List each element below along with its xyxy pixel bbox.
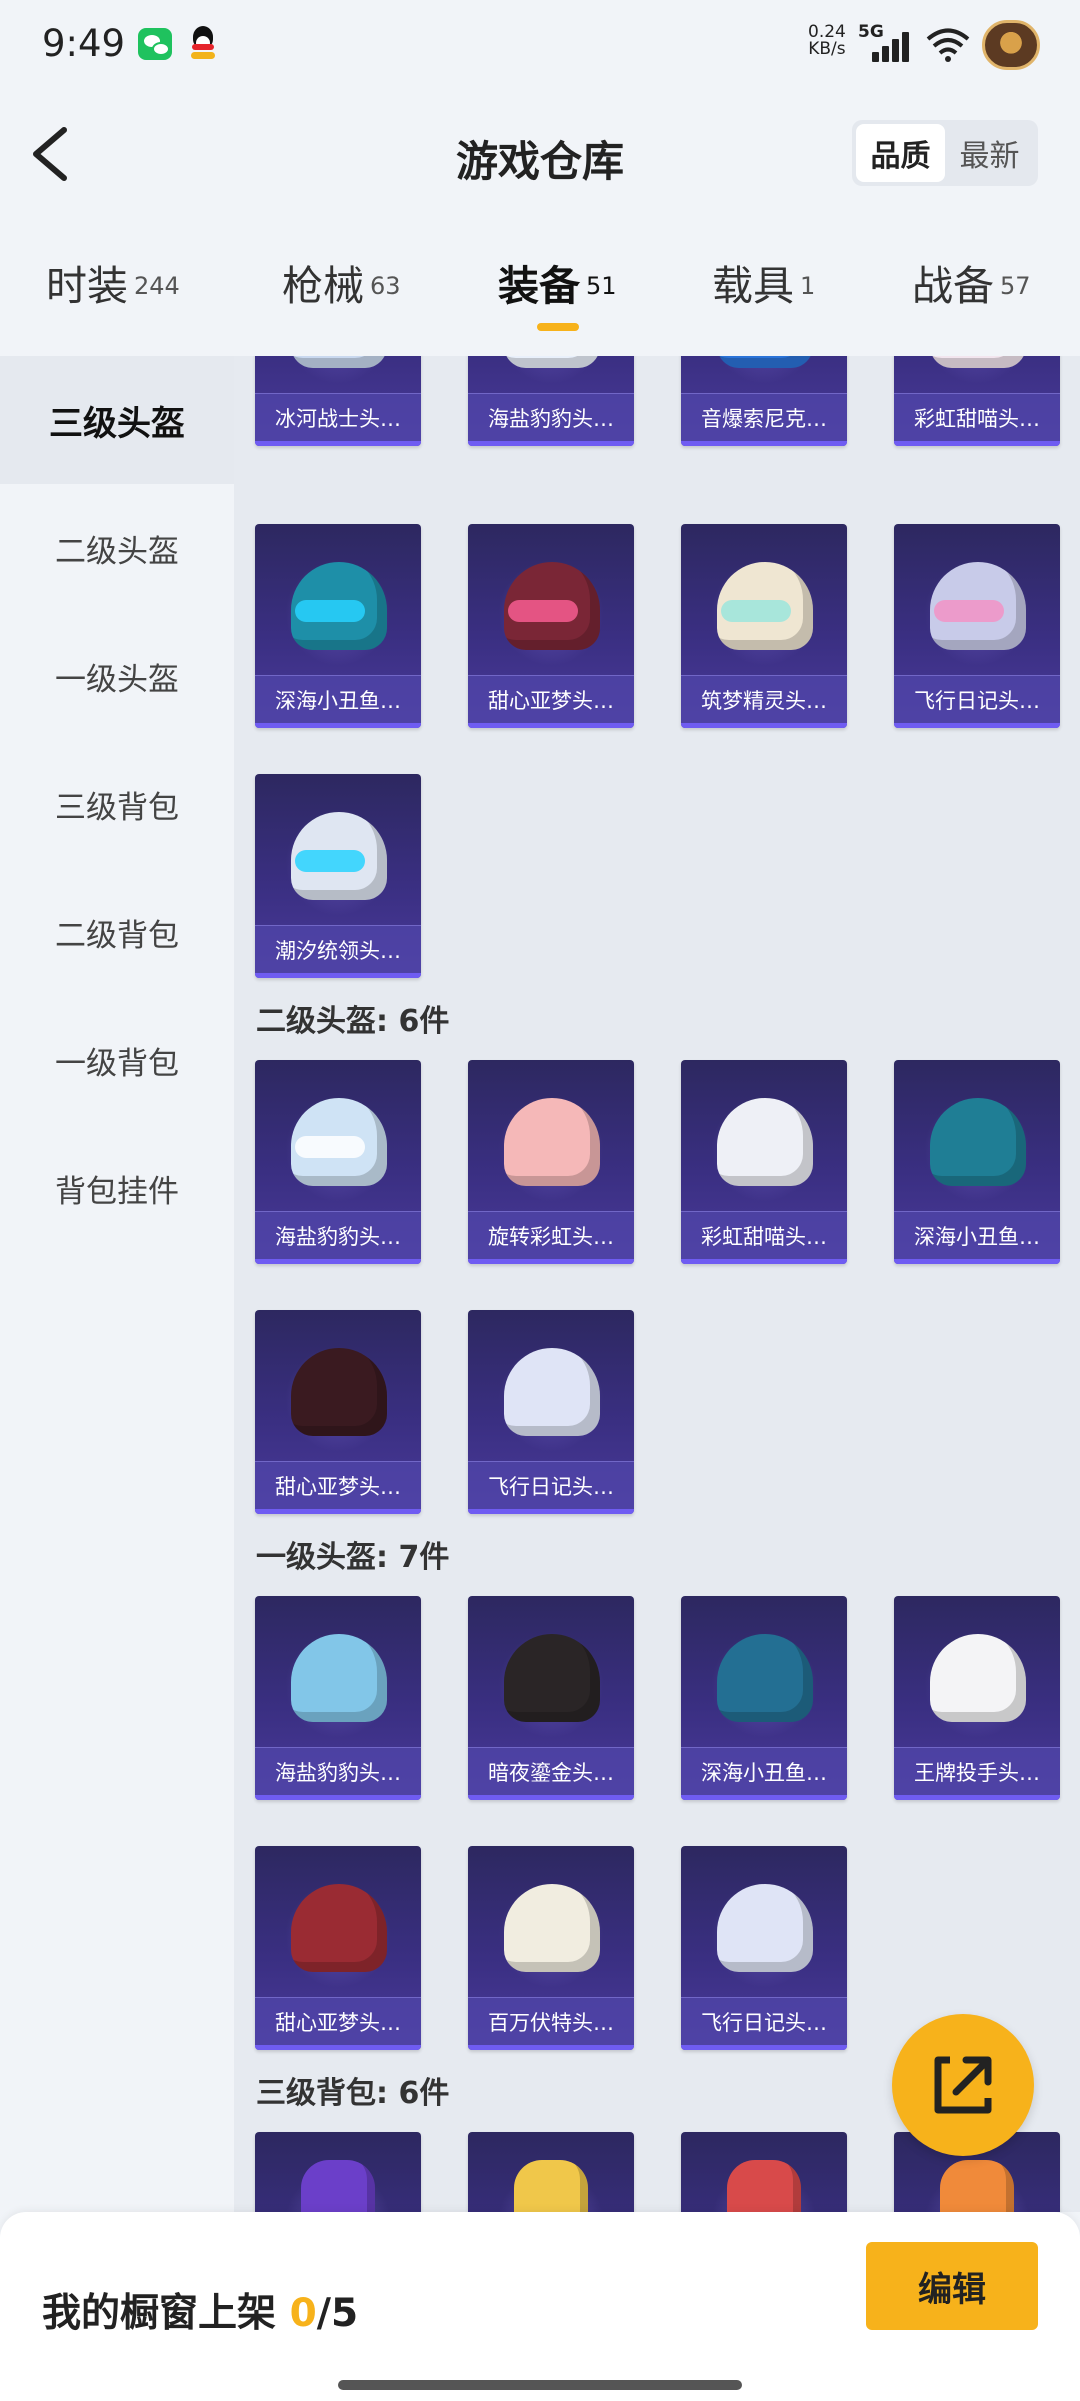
edit-button[interactable]: 编辑 bbox=[866, 2242, 1038, 2330]
item-card[interactable]: 飞行日记头… bbox=[681, 1846, 847, 2050]
item-name: 海盐豹豹头… bbox=[468, 393, 634, 441]
item-card[interactable]: 甜心亚梦头… bbox=[255, 1310, 421, 1514]
sidebar-item-level2-backpack[interactable]: 二级背包 bbox=[0, 868, 234, 996]
item-card[interactable]: 飞行日记头… bbox=[468, 1310, 634, 1514]
sidebar-item-level1-backpack[interactable]: 一级背包 bbox=[0, 996, 234, 1124]
section-title-level3-backpack: 三级背包: 6件 bbox=[256, 2076, 450, 2111]
bottom-bar: 我的橱窗上架 0/5 编辑 bbox=[0, 2212, 1080, 2401]
item-card[interactable]: 飞行日记头… bbox=[894, 524, 1060, 728]
share-button[interactable] bbox=[892, 2014, 1034, 2156]
share-icon bbox=[934, 2056, 992, 2114]
item-card[interactable]: 甜心亚梦头… bbox=[255, 1846, 421, 2050]
sidebar-item-level3-backpack[interactable]: 三级背包 bbox=[0, 740, 234, 868]
item-card[interactable]: 深海小丑鱼… bbox=[894, 1060, 1060, 1264]
item-name: 甜心亚梦头… bbox=[468, 675, 634, 723]
item-card[interactable]: 暗夜鎏金头… bbox=[468, 1596, 634, 1800]
item-card[interactable]: 筑梦精灵头… bbox=[681, 524, 847, 728]
item-name: 海盐豹豹头… bbox=[255, 1747, 421, 1795]
home-indicator[interactable] bbox=[338, 2380, 742, 2390]
wechat-icon bbox=[138, 28, 172, 60]
item-card[interactable]: 海盐豹豹头… bbox=[255, 1596, 421, 1800]
item-name: 海盐豹豹头… bbox=[255, 1211, 421, 1259]
item-card[interactable]: 深海小丑鱼… bbox=[255, 524, 421, 728]
sidebar-item-level2-helmet[interactable]: 二级头盔 bbox=[0, 484, 234, 612]
item-name: 音爆索尼克… bbox=[681, 393, 847, 441]
network-speed: 0.24 KB/s bbox=[808, 22, 846, 59]
item-card[interactable] bbox=[681, 2132, 847, 2212]
item-name: 彩虹甜喵头… bbox=[894, 393, 1060, 441]
item-card[interactable] bbox=[468, 2132, 634, 2212]
sort-option-quality[interactable]: 品质 bbox=[856, 124, 945, 182]
item-grid: 冰河战士头… 海盐豹豹头… 音爆索尼克… 彩虹甜喵头… 深海小丑鱼… 甜心亚梦头… bbox=[234, 356, 1080, 2212]
item-name: 深海小丑鱼… bbox=[255, 675, 421, 723]
wifi-icon bbox=[926, 28, 970, 62]
item-card[interactable]: 旋转彩虹头… bbox=[468, 1060, 634, 1264]
item-card[interactable]: 音爆索尼克… bbox=[681, 356, 847, 446]
item-name: 筑梦精灵头… bbox=[681, 675, 847, 723]
section-title-level2-helmet: 二级头盔: 6件 bbox=[256, 1004, 450, 1039]
item-card[interactable] bbox=[255, 2132, 421, 2212]
item-card[interactable]: 王牌投手头… bbox=[894, 1596, 1060, 1800]
sidebar: 三级头盔 二级头盔 一级头盔 三级背包 二级背包 一级背包 背包挂件 bbox=[0, 356, 234, 2212]
item-name: 深海小丑鱼… bbox=[894, 1211, 1060, 1259]
tab-weapons[interactable]: 枪械 63 bbox=[282, 252, 401, 352]
sort-option-newest[interactable]: 最新 bbox=[945, 124, 1034, 182]
sort-toggle: 品质 最新 bbox=[852, 120, 1038, 186]
item-name: 冰河战士头… bbox=[255, 393, 421, 441]
item-name: 旋转彩虹头… bbox=[468, 1211, 634, 1259]
status-bar: 9:49 0.24 KB/s 5G bbox=[0, 0, 1080, 92]
item-card[interactable]: 甜心亚梦头… bbox=[468, 524, 634, 728]
item-name: 彩虹甜喵头… bbox=[681, 1211, 847, 1259]
item-card[interactable]: 冰河战士头… bbox=[255, 356, 421, 446]
item-card[interactable]: 百万伏特头… bbox=[468, 1846, 634, 2050]
category-tabs: 时装 244 枪械 63 装备 51 载具 1 战备 57 bbox=[0, 252, 1080, 352]
tab-active-indicator bbox=[537, 323, 579, 331]
item-name: 飞行日记头… bbox=[468, 1461, 634, 1509]
item-name: 暗夜鎏金头… bbox=[468, 1747, 634, 1795]
item-card[interactable]: 彩虹甜喵头… bbox=[681, 1060, 847, 1264]
sidebar-item-level1-helmet[interactable]: 一级头盔 bbox=[0, 612, 234, 740]
sidebar-item-backpack-charm[interactable]: 背包挂件 bbox=[0, 1124, 234, 1252]
showcase-status: 我的橱窗上架 0/5 bbox=[42, 2291, 359, 2336]
tab-combat-gear[interactable]: 战备 57 bbox=[912, 252, 1031, 352]
section-title-level1-helmet: 一级头盔: 7件 bbox=[256, 1540, 450, 1575]
item-name: 王牌投手头… bbox=[894, 1747, 1060, 1795]
signal-icon bbox=[872, 30, 916, 62]
item-card[interactable]: 海盐豹豹头… bbox=[468, 356, 634, 446]
item-name: 深海小丑鱼… bbox=[681, 1747, 847, 1795]
tab-equipment[interactable]: 装备 51 bbox=[498, 252, 617, 352]
qq-icon bbox=[189, 26, 217, 60]
item-card[interactable]: 海盐豹豹头… bbox=[255, 1060, 421, 1264]
item-name: 甜心亚梦头… bbox=[255, 1461, 421, 1509]
item-name: 飞行日记头… bbox=[681, 1997, 847, 2045]
item-name: 潮汐统领头… bbox=[255, 925, 421, 973]
tab-vehicles[interactable]: 载具 1 bbox=[712, 252, 815, 352]
item-name: 甜心亚梦头… bbox=[255, 1997, 421, 2045]
item-name: 百万伏特头… bbox=[468, 1997, 634, 2045]
status-time: 9:49 bbox=[42, 22, 126, 65]
tab-fashion[interactable]: 时装 244 bbox=[46, 252, 180, 352]
sidebar-item-level3-helmet[interactable]: 三级头盔 bbox=[0, 356, 234, 484]
item-card[interactable]: 潮汐统领头… bbox=[255, 774, 421, 978]
item-name: 飞行日记头… bbox=[894, 675, 1060, 723]
item-card[interactable]: 深海小丑鱼… bbox=[681, 1596, 847, 1800]
avatar bbox=[982, 20, 1040, 70]
item-card[interactable]: 彩虹甜喵头… bbox=[894, 356, 1060, 446]
